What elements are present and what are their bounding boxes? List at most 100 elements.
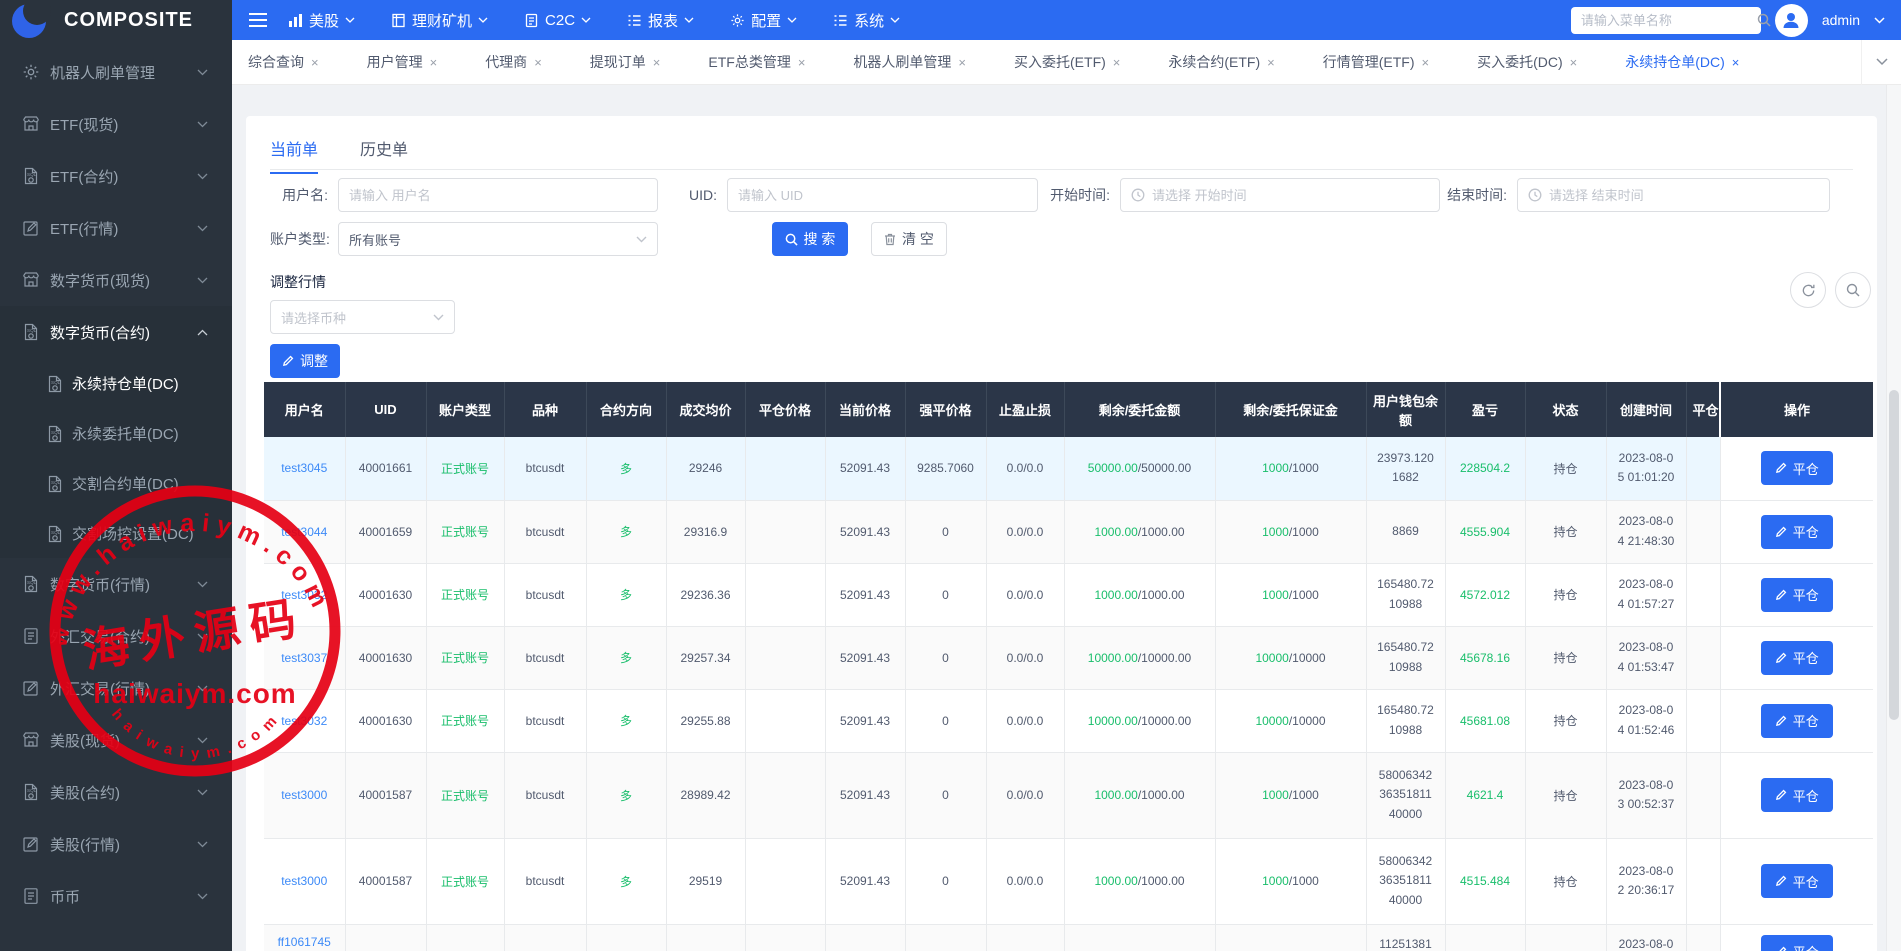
close-position-button[interactable]: 平仓 xyxy=(1760,703,1833,738)
magnifier-icon[interactable] xyxy=(1835,272,1871,308)
sidebar-subitem-1[interactable]: SQL 永续委托单(DC) xyxy=(0,408,232,458)
close-icon[interactable]: × xyxy=(1113,55,1121,70)
close-icon[interactable]: × xyxy=(958,55,966,70)
clear-button[interactable]: 清 空 xyxy=(871,222,947,256)
sidebar-subitem-2[interactable]: SQL 交割合约单(DC) xyxy=(0,458,232,508)
cell-pnl: 4572.012 xyxy=(1445,563,1526,627)
close-position-button[interactable]: 平仓 xyxy=(1760,514,1833,549)
username-label[interactable]: admin xyxy=(1822,12,1860,28)
close-icon[interactable]: × xyxy=(311,55,319,70)
scrollbar-thumb[interactable] xyxy=(1889,390,1899,720)
nav-item-4[interactable]: 配置 xyxy=(730,10,797,31)
uid-field[interactable] xyxy=(727,178,1038,212)
close-icon[interactable]: × xyxy=(1732,55,1740,70)
close-icon[interactable]: × xyxy=(798,55,806,70)
nav-item-1[interactable]: 理财矿机 xyxy=(391,10,488,31)
sidebar-item-label: 美股(现货) xyxy=(50,732,120,750)
open-tab-9[interactable]: 买入委托(DC) × xyxy=(1477,52,1577,72)
username-link[interactable]: test3044 xyxy=(281,525,327,539)
cell-pnl: 45681.08 xyxy=(1445,689,1526,753)
cell-current-price: 52091.43 xyxy=(825,563,906,627)
close-icon[interactable]: × xyxy=(1422,55,1430,70)
user-chevron-down-icon[interactable] xyxy=(1874,16,1885,24)
page-scrollbar[interactable] xyxy=(1886,40,1901,951)
sidebar-group: SQL 美股(合约) xyxy=(0,766,232,818)
nav-item-5[interactable]: 系统 xyxy=(833,10,900,31)
column-header-16: 平仓时间 xyxy=(1686,382,1721,437)
account-type-select[interactable]: 所有账号 xyxy=(338,222,658,256)
hamburger-icon[interactable] xyxy=(248,12,268,28)
open-tab-6[interactable]: 买入委托(ETF) × xyxy=(1014,52,1120,72)
username-link[interactable]: ff1061745 xyxy=(278,935,331,949)
sidebar-menu: 机器人刷单管理 ETF(现货) SQL ETF(合约) ETF(行情) 数字货币… xyxy=(0,46,232,922)
open-tab-4[interactable]: ETF总类管理 × xyxy=(708,52,805,72)
menu-search-input[interactable] xyxy=(1580,12,1757,28)
username-link[interactable]: test3032 xyxy=(281,588,327,602)
coin-select[interactable]: 请选择币种 xyxy=(270,300,455,334)
sidebar-item-4[interactable]: 数字货币(现货) xyxy=(0,254,232,306)
sidebar-item-7[interactable]: 外汇交易(合约) xyxy=(0,610,232,662)
search-icon[interactable] xyxy=(1757,13,1771,27)
username-link[interactable]: test3037 xyxy=(281,651,327,665)
close-position-button[interactable]: 平仓 xyxy=(1760,864,1833,898)
menu-search-box[interactable] xyxy=(1570,6,1771,34)
close-icon[interactable]: × xyxy=(534,55,542,70)
sidebar-item-5[interactable]: SQL 数字货币(合约) xyxy=(0,306,232,358)
nav-item-2[interactable]: C2C xyxy=(524,12,591,29)
close-position-button[interactable]: 平仓 xyxy=(1760,934,1833,951)
username-link[interactable]: test3045 xyxy=(281,461,327,475)
sidebar-item-10[interactable]: SQL 美股(合约) xyxy=(0,766,232,818)
start-time-input[interactable] xyxy=(1152,187,1429,203)
sidebar-item-1[interactable]: ETF(现货) xyxy=(0,98,232,150)
start-time-field[interactable] xyxy=(1120,178,1440,212)
sidebar-subitem-0[interactable]: SQL 永续持仓单(DC) xyxy=(0,358,232,408)
open-tab-8[interactable]: 行情管理(ETF) × xyxy=(1323,52,1429,72)
end-time-field[interactable] xyxy=(1517,178,1830,212)
uid-input[interactable] xyxy=(738,187,1027,203)
close-icon[interactable]: × xyxy=(653,55,661,70)
svg-text:SQL: SQL xyxy=(51,530,61,535)
close-position-button[interactable]: 平仓 xyxy=(1760,451,1833,486)
column-header-14: 状态 xyxy=(1525,382,1607,437)
tab-label: 永续持仓单(DC) xyxy=(1625,54,1725,70)
sidebar-subitem-3[interactable]: SQL 交割场控设置(DC) xyxy=(0,508,232,558)
user-avatar[interactable] xyxy=(1774,3,1808,37)
sidebar-item-6[interactable]: SQL 数字货币(行情) xyxy=(0,558,232,610)
open-tab-1[interactable]: 用户管理 × xyxy=(367,52,438,72)
sidebar-group: SQL ETF(合约) xyxy=(0,150,232,202)
search-button[interactable]: 搜 索 xyxy=(772,222,848,256)
cell-liq-price: 0 xyxy=(905,500,987,564)
adjust-button[interactable]: 调整 xyxy=(270,344,340,378)
username-link[interactable]: test3032 xyxy=(281,714,327,728)
username-link[interactable]: test3000 xyxy=(281,874,327,888)
refresh-icon[interactable] xyxy=(1790,272,1826,308)
sidebar-item-11[interactable]: 美股(行情) xyxy=(0,818,232,870)
nav-item-3[interactable]: 报表 xyxy=(627,10,694,31)
username-field[interactable] xyxy=(338,178,658,212)
sidebar-item-12[interactable]: 币币 xyxy=(0,870,232,922)
list-icon xyxy=(627,13,642,28)
close-icon[interactable]: × xyxy=(430,55,438,70)
nav-item-0[interactable]: 美股 xyxy=(288,10,355,31)
username-link[interactable]: test3000 xyxy=(281,788,327,802)
close-icon[interactable]: × xyxy=(1267,55,1275,70)
open-tab-3[interactable]: 提现订单 × xyxy=(590,52,661,72)
tabs-dropdown-button[interactable] xyxy=(1861,39,1901,85)
open-tab-10[interactable]: 永续持仓单(DC) × xyxy=(1625,52,1739,72)
open-tab-2[interactable]: 代理商 × xyxy=(485,52,542,72)
close-icon[interactable]: × xyxy=(1570,55,1578,70)
close-position-button[interactable]: 平仓 xyxy=(1760,577,1833,612)
open-tab-0[interactable]: 综合查询 × xyxy=(248,52,319,72)
sidebar-item-9[interactable]: 美股(现货) xyxy=(0,714,232,766)
username-input[interactable] xyxy=(349,187,647,203)
sidebar-item-3[interactable]: ETF(行情) xyxy=(0,202,232,254)
end-time-input[interactable] xyxy=(1549,187,1819,203)
open-tab-7[interactable]: 永续合约(ETF) × xyxy=(1168,52,1274,72)
cell-symbol: btcusdt xyxy=(504,626,587,690)
sidebar-item-8[interactable]: 外汇交易(行情) xyxy=(0,662,232,714)
close-position-button[interactable]: 平仓 xyxy=(1760,640,1833,675)
sidebar-item-0[interactable]: 机器人刷单管理 xyxy=(0,46,232,98)
close-position-button[interactable]: 平仓 xyxy=(1760,778,1833,812)
open-tab-5[interactable]: 机器人刷单管理 × xyxy=(853,52,966,72)
sidebar-item-2[interactable]: SQL ETF(合约) xyxy=(0,150,232,202)
